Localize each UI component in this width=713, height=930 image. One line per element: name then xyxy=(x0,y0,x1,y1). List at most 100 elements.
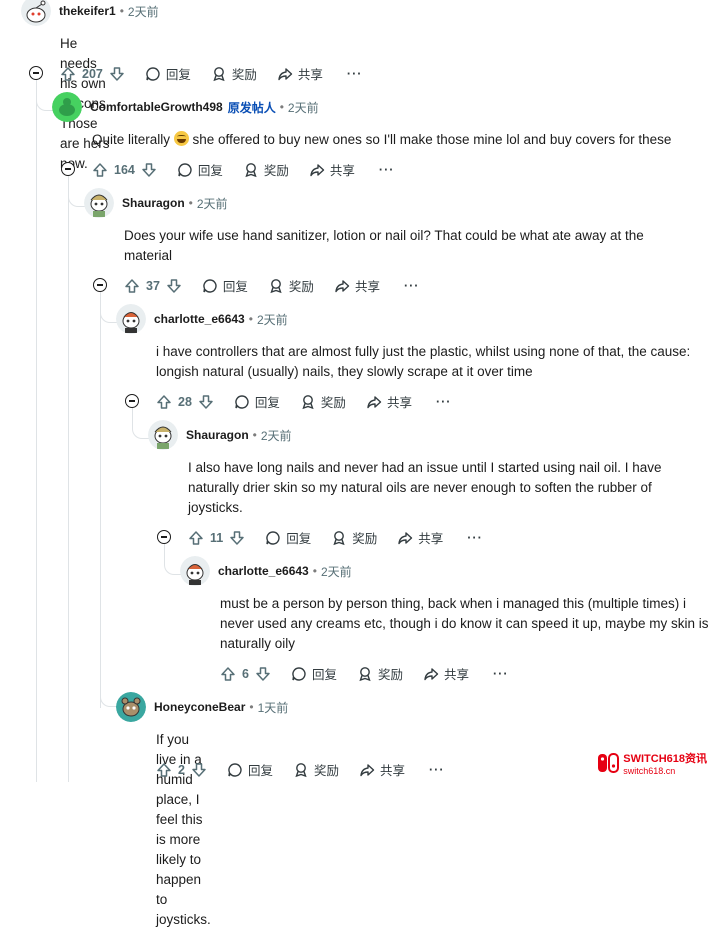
comment-header: HoneyconeBear • 1天前 xyxy=(116,692,288,722)
downvote-icon[interactable] xyxy=(141,162,157,178)
upvote-icon[interactable] xyxy=(60,66,76,82)
award-icon xyxy=(270,278,282,293)
switch-console-icon xyxy=(598,753,620,773)
share-button[interactable]: 共享 xyxy=(423,664,469,683)
share-button[interactable]: 共享 xyxy=(397,528,443,547)
thread-line xyxy=(68,176,69,782)
separator-dot: • xyxy=(312,564,317,578)
comment-time[interactable]: 2天前 xyxy=(128,3,159,20)
downvote-icon[interactable] xyxy=(191,762,207,778)
share-icon xyxy=(335,279,350,292)
comment-actions: 207 回复 奖励 共享 ··· xyxy=(60,64,362,83)
more-options-icon[interactable]: ··· xyxy=(404,279,420,293)
reply-button[interactable]: 回复 xyxy=(234,392,280,411)
award-button[interactable]: 奖励 xyxy=(243,160,289,179)
share-button[interactable]: 共享 xyxy=(366,392,412,411)
share-button[interactable]: 共享 xyxy=(277,64,323,83)
comment-header: thekeifer1 • 2天前 xyxy=(21,0,159,26)
comment-time[interactable]: 2天前 xyxy=(261,427,292,444)
comment-username[interactable]: ComfortableGrowth498 xyxy=(90,100,223,114)
comment-actions: 2 回复 奖励 共享 ··· xyxy=(156,760,445,779)
snoo-avatar-icon[interactable] xyxy=(116,304,146,334)
more-options-icon[interactable]: ··· xyxy=(436,395,452,409)
share-icon xyxy=(398,531,413,544)
vote-count: 11 xyxy=(210,530,224,545)
downvote-icon[interactable] xyxy=(109,66,125,82)
award-button[interactable]: 奖励 xyxy=(211,64,257,83)
snoo-avatar-icon[interactable] xyxy=(84,188,114,218)
more-options-icon[interactable]: ··· xyxy=(429,763,445,777)
award-button[interactable]: 奖励 xyxy=(293,760,339,779)
comment-username[interactable]: Shauragon xyxy=(186,428,249,442)
reply-button[interactable]: 回复 xyxy=(227,760,273,779)
comment-thread: thekeifer1 • 2天前 He needs his own joycon… xyxy=(0,0,713,927)
more-options-icon[interactable]: ··· xyxy=(347,67,363,81)
comment-bubble-icon xyxy=(203,278,217,293)
comment-body-text: she offered to buy new ones so I'll make… xyxy=(188,132,672,147)
comment-time[interactable]: 1天前 xyxy=(258,699,289,716)
comment-body: i have controllers that are almost fully… xyxy=(156,344,691,379)
snoo-avatar-icon[interactable] xyxy=(21,0,51,26)
downvote-icon[interactable] xyxy=(198,394,214,410)
comment-username[interactable]: charlotte_e6643 xyxy=(218,564,309,578)
comment-actions: 28 回复 奖励 共享 ··· xyxy=(156,392,451,411)
snoo-avatar-icon[interactable] xyxy=(148,420,178,450)
collapse-icon[interactable] xyxy=(61,162,75,176)
upvote-icon[interactable] xyxy=(156,762,172,778)
comment-body: I also have long nails and never had an … xyxy=(188,460,662,515)
comment-username[interactable]: HoneyconeBear xyxy=(154,700,245,714)
downvote-icon[interactable] xyxy=(255,666,271,682)
separator-dot: • xyxy=(252,428,257,442)
share-icon xyxy=(367,395,382,408)
collapse-icon[interactable] xyxy=(93,278,107,292)
more-options-icon[interactable]: ··· xyxy=(379,163,395,177)
comment-actions: 37 回复 奖励 共享 ··· xyxy=(124,276,419,295)
reply-button[interactable]: 回复 xyxy=(291,664,337,683)
comment-time[interactable]: 2天前 xyxy=(288,99,319,116)
reply-button[interactable]: 回复 xyxy=(265,528,311,547)
comment-username[interactable]: Shauragon xyxy=(122,196,185,210)
vote-count: 28 xyxy=(178,394,192,409)
share-button[interactable]: 共享 xyxy=(359,760,405,779)
vote-count: 37 xyxy=(146,278,160,293)
upvote-icon[interactable] xyxy=(220,666,236,682)
upvote-icon[interactable] xyxy=(188,530,204,546)
snoo-avatar-icon[interactable] xyxy=(180,556,210,586)
award-icon xyxy=(359,666,371,681)
separator-dot: • xyxy=(248,312,253,326)
reply-button[interactable]: 回复 xyxy=(145,64,191,83)
comment-time[interactable]: 2天前 xyxy=(257,311,288,328)
teal-snoo-avatar-icon[interactable] xyxy=(116,692,146,722)
thread-connector xyxy=(36,80,53,111)
watermark-brand: SWITCH618资讯 xyxy=(623,753,707,765)
collapse-icon[interactable] xyxy=(29,66,43,80)
separator-dot: • xyxy=(188,196,193,210)
reply-button[interactable]: 回复 xyxy=(177,160,223,179)
reply-button[interactable]: 回复 xyxy=(202,276,248,295)
award-button[interactable]: 奖励 xyxy=(331,528,377,547)
share-button[interactable]: 共享 xyxy=(309,160,355,179)
thread-connector xyxy=(68,176,85,207)
award-button[interactable]: 奖励 xyxy=(268,276,314,295)
downvote-icon[interactable] xyxy=(229,530,245,546)
downvote-icon[interactable] xyxy=(166,278,182,294)
green-default-avatar-icon[interactable] xyxy=(52,92,82,122)
upvote-icon[interactable] xyxy=(156,394,172,410)
comment-username[interactable]: charlotte_e6643 xyxy=(154,312,245,326)
collapse-icon[interactable] xyxy=(125,394,139,408)
share-button[interactable]: 共享 xyxy=(334,276,380,295)
more-options-icon[interactable]: ··· xyxy=(493,667,509,681)
upvote-icon[interactable] xyxy=(92,162,108,178)
award-button[interactable]: 奖励 xyxy=(357,664,403,683)
award-button[interactable]: 奖励 xyxy=(300,392,346,411)
comment-time[interactable]: 2天前 xyxy=(321,563,352,580)
grinning-sweat-emoji xyxy=(173,131,189,146)
comment-time[interactable]: 2天前 xyxy=(197,195,228,212)
collapse-icon[interactable] xyxy=(157,530,171,544)
more-options-icon[interactable]: ··· xyxy=(467,531,483,545)
watermark: SWITCH618资讯 switch618.cn xyxy=(597,750,707,776)
separator-dot: • xyxy=(249,700,254,714)
separator-dot: • xyxy=(119,4,124,18)
comment-username[interactable]: thekeifer1 xyxy=(59,4,116,18)
upvote-icon[interactable] xyxy=(124,278,140,294)
